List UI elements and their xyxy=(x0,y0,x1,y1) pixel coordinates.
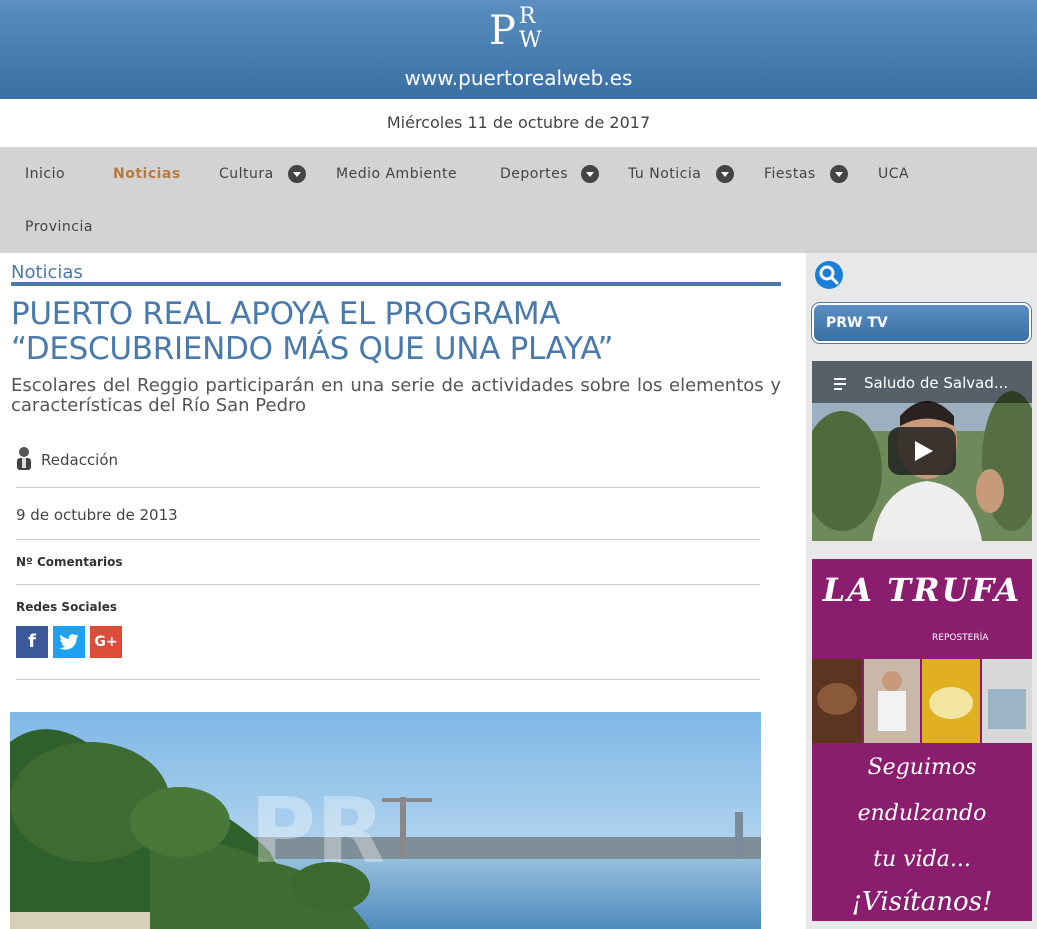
article-subtitle: Escolares del Reggio participarán en una… xyxy=(11,375,781,416)
section-divider xyxy=(11,282,781,286)
search-icon xyxy=(819,265,839,285)
ad-photo-strip xyxy=(812,659,1032,743)
la-trufa-ad[interactable]: LA TRUFA REPOSTERÍA Seguimos endulzando … xyxy=(812,559,1032,921)
nav-item-cultura[interactable]: Cultura xyxy=(219,166,274,182)
google-plus-share-button[interactable]: G+ xyxy=(90,626,122,658)
site-header: P R W www.puertorealweb.es xyxy=(0,0,1037,99)
ad-brand: LA TRUFA xyxy=(822,571,1022,609)
main-nav: Inicio Noticias Cultura Medio Ambiente D… xyxy=(0,147,1037,253)
facebook-icon: f xyxy=(28,631,36,652)
meta-divider xyxy=(16,487,760,488)
comments-label[interactable]: Nº Comentarios xyxy=(16,555,122,569)
playlist-icon[interactable] xyxy=(834,377,850,391)
cultura-dropdown-icon[interactable] xyxy=(288,165,306,183)
ad-line-3: tu vida... xyxy=(873,847,971,872)
nav-item-medio-ambiente[interactable]: Medio Ambiente xyxy=(336,166,457,182)
current-date: Miércoles 11 de octubre de 2017 xyxy=(386,113,651,132)
nav-item-deportes[interactable]: Deportes xyxy=(500,166,568,182)
fiestas-dropdown-icon[interactable] xyxy=(830,165,848,183)
ad-line-4: ¡Visítanos! xyxy=(851,887,993,917)
meta-divider xyxy=(16,679,760,680)
article-headline: PUERTO REAL APOYA EL PROGRAMA “DESCUBRIE… xyxy=(11,296,614,367)
ad-line-1: Seguimos xyxy=(867,755,977,780)
search-button[interactable] xyxy=(815,261,843,289)
nav-item-noticias[interactable]: Noticias xyxy=(113,166,181,182)
play-icon[interactable] xyxy=(888,427,956,475)
prw-tv-heading[interactable]: PRW TV xyxy=(812,303,1031,343)
svg-text:PR: PR xyxy=(250,779,385,884)
nav-item-inicio[interactable]: Inicio xyxy=(25,166,65,182)
author-icon xyxy=(17,447,31,470)
tu-noticia-dropdown-icon[interactable] xyxy=(716,165,734,183)
social-label: Redes Sociales xyxy=(16,600,118,614)
site-url[interactable]: www.puertorealweb.es xyxy=(0,66,1037,90)
ad-line-2: endulzando xyxy=(857,801,987,826)
nav-item-provincia[interactable]: Provincia xyxy=(25,219,93,235)
deportes-dropdown-icon[interactable] xyxy=(581,165,599,183)
meta-divider xyxy=(16,584,760,585)
video-title[interactable]: Saludo de Salvad... xyxy=(864,374,1008,392)
logo-letter-p: P xyxy=(489,8,516,54)
logo-letter-w: W xyxy=(519,28,542,53)
site-logo[interactable]: P R W xyxy=(489,4,549,56)
nav-item-tu-noticia[interactable]: Tu Noticia xyxy=(628,166,701,182)
river-landscape-image: PR xyxy=(10,712,761,929)
facebook-share-button[interactable]: f xyxy=(16,626,48,658)
author-name[interactable]: Redacción xyxy=(41,451,118,469)
meta-divider xyxy=(16,539,760,540)
article-date: 9 de octubre de 2013 xyxy=(16,506,178,524)
video-player[interactable]: Saludo de Salvad... xyxy=(812,361,1032,541)
nav-item-uca[interactable]: UCA xyxy=(878,166,909,182)
logo-letter-r: R xyxy=(519,4,536,29)
ad-brand-subtitle: REPOSTERÍA xyxy=(932,633,989,643)
google-plus-icon: G+ xyxy=(94,634,118,650)
twitter-share-button[interactable] xyxy=(53,626,85,658)
section-label[interactable]: Noticias xyxy=(11,262,83,283)
article-hero-image: PR xyxy=(10,712,761,929)
twitter-icon xyxy=(59,634,79,650)
nav-item-fiestas[interactable]: Fiestas xyxy=(764,166,816,182)
